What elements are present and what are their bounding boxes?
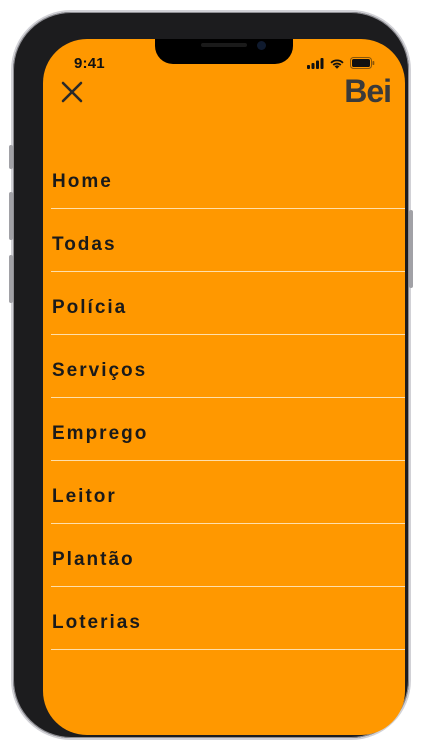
notch bbox=[155, 39, 293, 64]
menu-item-plantao[interactable]: Plantão bbox=[51, 525, 405, 587]
brand-logo[interactable]: Bei bbox=[344, 73, 392, 110]
page: 9:41 Bei Home Todas Polícia Serviços Emp… bbox=[0, 0, 422, 750]
mute-switch bbox=[9, 145, 13, 169]
wifi-icon bbox=[330, 58, 344, 69]
menu-item-emprego[interactable]: Emprego bbox=[51, 399, 405, 461]
status-icons bbox=[307, 57, 375, 69]
status-time: 9:41 bbox=[74, 55, 105, 72]
menu-item-label: Loterias bbox=[52, 611, 142, 633]
screen: 9:41 Bei Home Todas Polícia Serviços Emp… bbox=[43, 39, 405, 735]
speaker bbox=[201, 43, 247, 47]
menu-item-home[interactable]: Home bbox=[51, 147, 405, 209]
menu-item-label: Serviços bbox=[52, 359, 148, 381]
menu-item-label: Emprego bbox=[52, 422, 149, 444]
power-button bbox=[409, 210, 413, 288]
menu-item-leitor[interactable]: Leitor bbox=[51, 462, 405, 524]
battery-icon bbox=[350, 57, 375, 69]
volume-up-button bbox=[9, 192, 13, 240]
menu-item-todas[interactable]: Todas bbox=[51, 210, 405, 272]
menu-item-label: Polícia bbox=[52, 296, 128, 318]
menu-item-loterias[interactable]: Loterias bbox=[51, 588, 405, 650]
menu-item-label: Home bbox=[52, 170, 113, 192]
close-icon bbox=[61, 81, 83, 103]
menu-item-label: Leitor bbox=[52, 485, 117, 507]
volume-down-button bbox=[9, 255, 13, 303]
camera bbox=[257, 41, 266, 50]
close-button[interactable] bbox=[59, 79, 85, 105]
navigation-menu: Home Todas Polícia Serviços Emprego Leit… bbox=[51, 147, 405, 651]
menu-item-policia[interactable]: Polícia bbox=[51, 273, 405, 335]
menu-item-label: Todas bbox=[52, 233, 117, 255]
menu-item-servicos[interactable]: Serviços bbox=[51, 336, 405, 398]
phone-frame: 9:41 Bei Home Todas Polícia Serviços Emp… bbox=[13, 12, 409, 738]
menu-item-label: Plantão bbox=[52, 548, 135, 570]
signal-icon bbox=[307, 57, 324, 69]
